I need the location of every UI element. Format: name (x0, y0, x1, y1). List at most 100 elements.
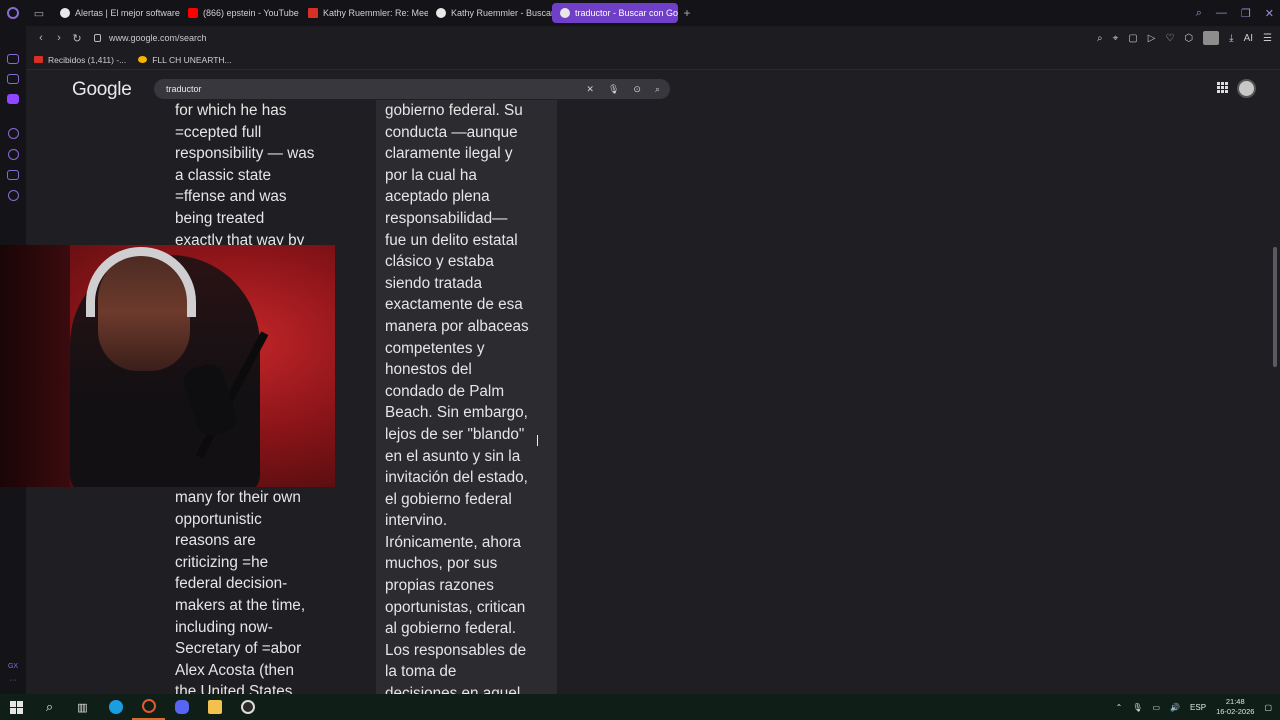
workspaces-icon[interactable]: ▭ (26, 7, 52, 20)
tab-alertas[interactable]: Alertas | El mejor software (52, 3, 180, 23)
edge-button[interactable] (99, 694, 132, 720)
obs-button[interactable] (231, 694, 264, 720)
favorite-icon[interactable]: ♡ (1165, 33, 1174, 44)
player-icon[interactable] (7, 128, 19, 139)
bookmark-recibidos[interactable]: Recibidos (1,411) -... (34, 55, 126, 65)
tab-label: traductor - Buscar con Go (575, 8, 678, 18)
close-icon[interactable]: ✕ (1265, 7, 1274, 20)
tab-gmail[interactable]: Kathy Ruemmler: Re: Mee (300, 3, 428, 23)
notification-icon[interactable]: ▢ (1264, 703, 1272, 712)
opera-gx-button[interactable] (132, 694, 165, 720)
download-icon[interactable]: ⤓ (1229, 33, 1233, 44)
windows-icon (10, 700, 23, 714)
tab-traductor[interactable]: traductor - Buscar con Go (552, 3, 678, 23)
settings-icon[interactable] (7, 190, 19, 201)
search-box: ✕ 🎙 ⊙ ⌕ (154, 79, 670, 99)
maximize-icon[interactable]: ❐ (1241, 7, 1251, 20)
messenger-icon[interactable] (7, 54, 19, 64)
window-controls: ⌕ — ❐ ✕ (1196, 0, 1274, 26)
extensions-icon[interactable]: ⬡ (1184, 33, 1193, 44)
lens-icon[interactable]: ⊙ (633, 84, 641, 95)
search-icon[interactable]: ⌕ (655, 84, 660, 95)
url-text: www.google.com/search (109, 33, 207, 43)
clock[interactable]: 21:48 16-02-2026 (1216, 697, 1254, 717)
volume-icon[interactable]: 🔊 (1170, 703, 1180, 712)
opera-gx-icon (141, 699, 156, 713)
start-button[interactable] (0, 694, 33, 720)
scrollbar[interactable] (1273, 247, 1277, 367)
bookmark-label: Recibidos (1,411) -... (48, 54, 127, 65)
music-icon[interactable] (7, 74, 19, 84)
tab-label: Kathy Ruemmler: Re: Mee (323, 8, 428, 18)
language-indicator[interactable]: ESP (1190, 703, 1206, 712)
clear-icon[interactable]: ✕ (586, 84, 594, 95)
ai-button[interactable]: AI (1244, 33, 1253, 44)
bookmark-fll[interactable]: FLL CH UNEARTH... (138, 54, 232, 65)
minimize-icon[interactable]: — (1216, 7, 1227, 19)
profile-avatar[interactable] (1203, 31, 1220, 45)
clock-date: 16-02-2026 (1216, 707, 1255, 716)
task-view-button[interactable]: ▥ (66, 694, 99, 720)
new-tab-button[interactable]: + (678, 6, 696, 20)
source-text-top: for which he has =ccepted full responsib… (175, 102, 315, 249)
avatar[interactable] (1237, 79, 1256, 98)
zoom-icon[interactable]: ⌕ (1097, 33, 1103, 44)
text-cursor (537, 435, 538, 446)
obs-icon (240, 700, 255, 714)
system-tray: ⌃ 🎙 ▭ 🔊 ESP 21:48 16-02-2026 ▢ (1116, 694, 1272, 720)
google-logo[interactable]: Google (72, 79, 132, 101)
snapshot-icon[interactable]: ▢ (1128, 33, 1137, 44)
ai-label: AI (1243, 32, 1254, 44)
mic-icon[interactable]: 🎙 (1132, 703, 1142, 712)
search-input[interactable] (166, 84, 566, 94)
tab-label: Alertas | El mejor software (75, 8, 180, 18)
tab-kathy-search[interactable]: Kathy Ruemmler - Buscar (428, 3, 552, 23)
browser-menu-icon[interactable] (0, 0, 26, 26)
network-icon[interactable]: ▭ (1153, 703, 1161, 712)
tab-label: (866) epstein - YouTube (203, 8, 299, 18)
bookmark-icon (138, 56, 148, 63)
play-icon[interactable]: ▷ (1148, 33, 1156, 44)
tab-favicon-icon (60, 8, 70, 18)
search-tabs-icon[interactable]: ⌕ (1196, 7, 1202, 20)
source-text-bottom: many for their own opportunistic reasons… (175, 489, 306, 694)
mic-icon[interactable]: 🎙 (608, 84, 619, 95)
search-button[interactable]: ⌕ (33, 694, 66, 720)
url-field[interactable]: www.google.com/search (94, 33, 207, 43)
menu-icon[interactable]: ☰ (1263, 33, 1272, 44)
folder-icon (207, 700, 222, 714)
gx-label[interactable]: GX (8, 660, 18, 674)
pin-icon[interactable]: ⌖ (1113, 33, 1119, 44)
discord-button[interactable] (165, 694, 198, 720)
task-view-icon: ▥ (77, 701, 88, 714)
history-icon[interactable] (7, 149, 19, 160)
address-tools: ⌕ ⌖ ▢ ▷ ♡ ⬡ ⤓ AI ☰ (1097, 26, 1272, 50)
back-icon[interactable]: ‹ (32, 32, 50, 44)
sidebar-bottom: GX ··· (8, 660, 18, 688)
taskbar: ⌕ ▥ ⌃ 🎙 ▭ 🔊 ESP 21:48 16-02-2026 ▢ (0, 694, 1280, 720)
lock-icon (94, 34, 101, 42)
reload-icon[interactable]: ↻ (68, 32, 86, 45)
discord-icon (174, 700, 189, 714)
tab-strip: ▭ Alertas | El mejor software (866) epst… (0, 0, 1280, 26)
translation-text: gobierno federal. Su conducta —aunque cl… (385, 102, 529, 694)
google-icon (436, 8, 446, 18)
gmail-icon (308, 8, 318, 18)
bookmarks-bar: Recibidos (1,411) -... FLL CH UNEARTH... (26, 50, 1280, 70)
youtube-icon (188, 8, 198, 18)
twitch-icon[interactable] (7, 94, 19, 104)
apps-icon[interactable] (1217, 82, 1228, 93)
forward-icon[interactable]: › (50, 32, 68, 44)
edge-icon (108, 700, 123, 714)
tab-youtube[interactable]: (866) epstein - YouTube (180, 3, 300, 23)
chair (0, 245, 70, 487)
chevron-up-icon[interactable]: ⌃ (1116, 703, 1123, 712)
address-bar: ‹ › ↻ www.google.com/search ⌕ ⌖ ▢ ▷ ♡ ⬡ … (26, 26, 1280, 50)
pinboard-icon[interactable] (7, 170, 19, 180)
more-icon[interactable]: ··· (8, 674, 18, 688)
file-explorer-button[interactable] (198, 694, 231, 720)
search-icon: ⌕ (45, 699, 54, 714)
bookmark-label: FLL CH UNEARTH... (152, 54, 232, 65)
tab-label: Kathy Ruemmler - Buscar (451, 8, 552, 18)
clock-time: 21:48 (1225, 697, 1245, 706)
